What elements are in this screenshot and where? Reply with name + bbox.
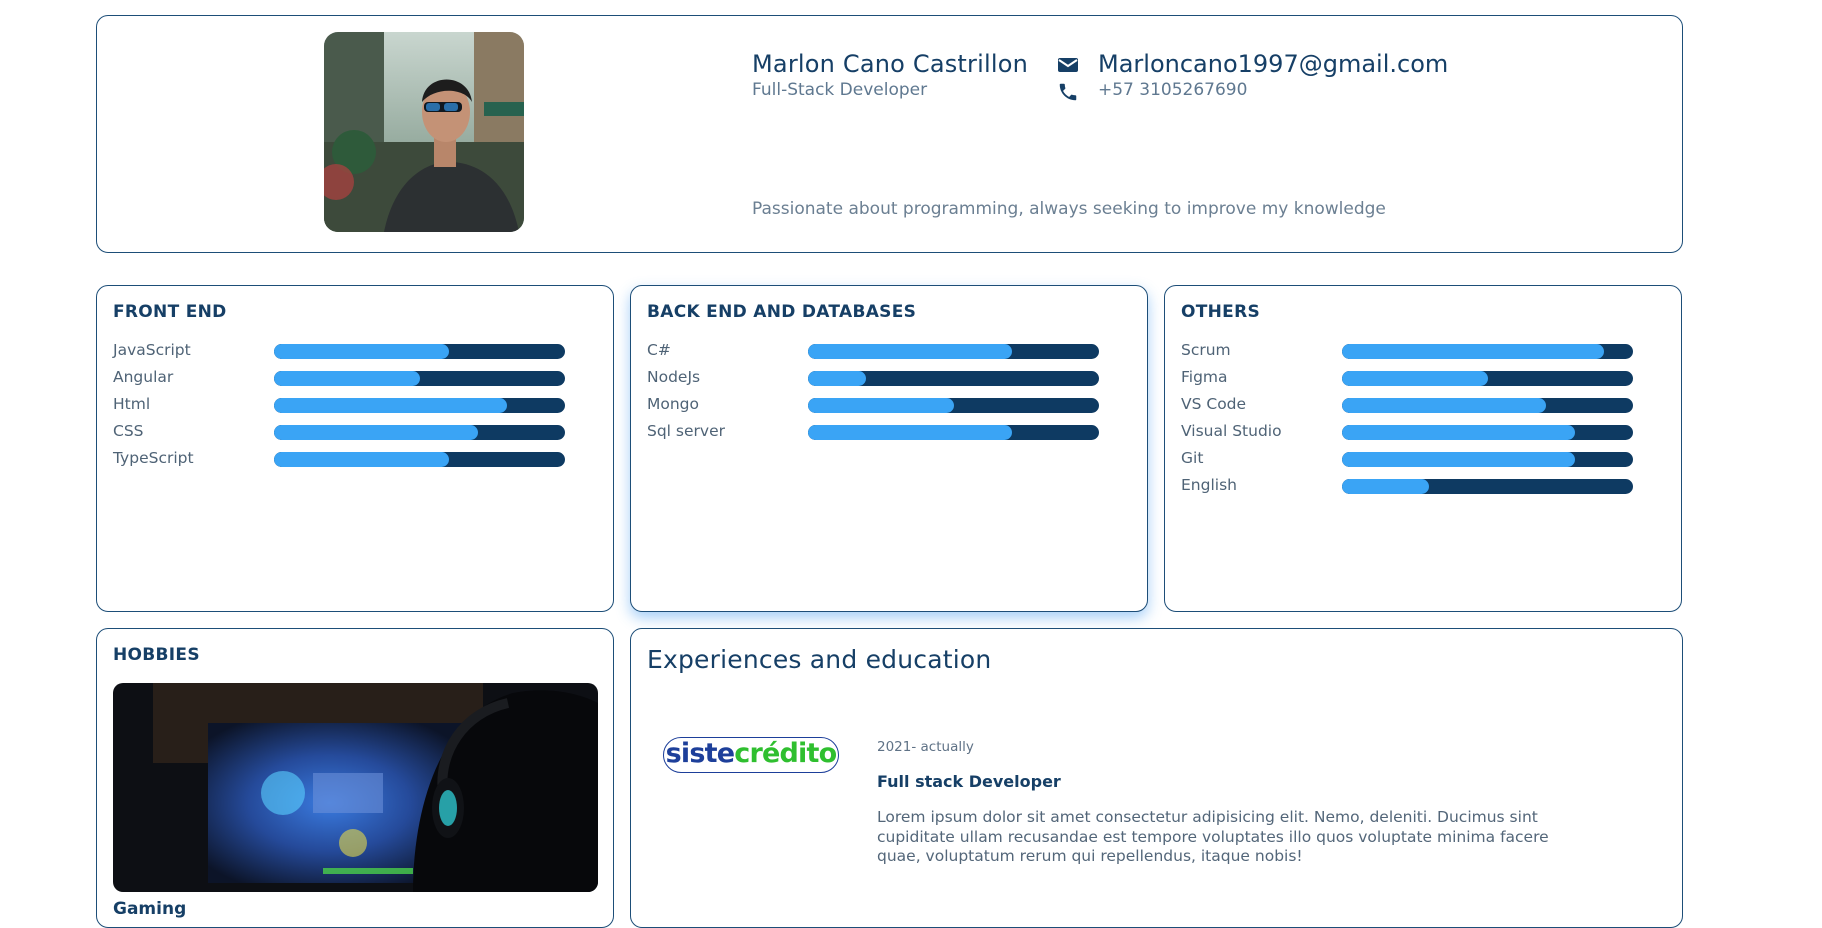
skill-list: C# NodeJs Mongo Sql server — [647, 340, 1117, 448]
skill-row: CSS — [113, 421, 583, 448]
profile-role: Full-Stack Developer — [752, 80, 928, 100]
skill-level-bar — [808, 398, 1099, 413]
skill-name: CSS — [113, 422, 144, 440]
skill-level-bar — [1342, 452, 1633, 467]
experience-role: Full stack Developer — [877, 772, 1061, 791]
mail-icon — [1057, 54, 1079, 76]
skills-title: OTHERS — [1181, 302, 1261, 322]
skill-row: Scrum — [1181, 340, 1651, 367]
skill-level-bar — [274, 398, 565, 413]
skill-name: Git — [1181, 449, 1204, 467]
skill-name: VS Code — [1181, 395, 1247, 413]
skill-row: VS Code — [1181, 394, 1651, 421]
skill-row: Html — [113, 394, 583, 421]
skill-row: English — [1181, 475, 1651, 502]
skill-row: Git — [1181, 448, 1651, 475]
hobbies-card: HOBBIES Gaming — [96, 628, 614, 928]
skill-name: Scrum — [1181, 341, 1231, 359]
skill-level-fill — [808, 398, 954, 413]
experience-date: 2021- actually — [877, 739, 974, 755]
skill-level-bar — [274, 425, 565, 440]
hobby-caption: Gaming — [113, 899, 187, 919]
phone-icon — [1057, 81, 1079, 103]
skills-card-others: OTHERS Scrum Figma VS Code Visual Studio Git… — [1164, 285, 1682, 612]
skill-row: TypeScript — [113, 448, 583, 475]
experience-description: Lorem ipsum dolor sit amet consectetur a… — [877, 808, 1549, 865]
skill-level-fill — [808, 425, 1012, 440]
skill-level-fill — [274, 425, 478, 440]
skill-level-fill — [1342, 398, 1546, 413]
skill-name: Html — [113, 395, 151, 413]
skill-level-bar — [274, 344, 565, 359]
skill-level-fill — [808, 371, 867, 386]
skill-level-bar — [1342, 344, 1633, 359]
profile-name: Marlon Cano Castrillon — [752, 50, 1029, 78]
skill-level-fill — [808, 344, 1012, 359]
skill-row: JavaScript — [113, 340, 583, 367]
experience-card: Experiences and education sistecrédito 2… — [630, 628, 1683, 928]
skill-level-fill — [1342, 344, 1604, 359]
skill-name: Sql server — [647, 422, 725, 440]
skill-level-fill — [1342, 425, 1575, 440]
skills-title: FRONT END — [113, 302, 227, 322]
skill-level-fill — [1342, 371, 1488, 386]
profile-bio: Passionate about programming, always see… — [752, 199, 1386, 219]
skill-row: Mongo — [647, 394, 1117, 421]
skill-row: Sql server — [647, 421, 1117, 448]
skill-level-fill — [1342, 479, 1430, 494]
skill-level-bar — [1342, 398, 1633, 413]
skill-level-bar — [274, 452, 565, 467]
skill-level-bar — [274, 371, 565, 386]
skill-name: Mongo — [647, 395, 700, 413]
skill-level-bar — [808, 344, 1099, 359]
profile-photo — [324, 32, 524, 232]
profile-card: Marlon Cano Castrillon Full-Stack Develo… — [96, 15, 1683, 253]
skill-row: C# — [647, 340, 1117, 367]
company-logo-part2: crédito — [734, 738, 837, 769]
skill-row: Figma — [1181, 367, 1651, 394]
skill-list: JavaScript Angular Html CSS TypeScript — [113, 340, 583, 475]
skills-card-frontend: FRONT END JavaScript Angular Html CSS TypeSc… — [96, 285, 614, 612]
skill-level-bar — [1342, 371, 1633, 386]
gaming-image — [113, 683, 598, 892]
skill-name: C# — [647, 341, 671, 359]
experience-title: Experiences and education — [647, 645, 992, 674]
skill-level-fill — [274, 398, 507, 413]
skill-row: NodeJs — [647, 367, 1117, 394]
skill-name: TypeScript — [113, 449, 194, 467]
skill-name: Angular — [113, 368, 174, 386]
skill-level-fill — [274, 371, 420, 386]
skill-name: Visual Studio — [1181, 422, 1282, 440]
skill-level-bar — [808, 371, 1099, 386]
skill-level-fill — [274, 344, 449, 359]
skill-level-fill — [1342, 452, 1575, 467]
email-link[interactable]: Marloncano1997@gmail.com — [1098, 50, 1448, 78]
hobbies-title: HOBBIES — [113, 645, 200, 665]
skill-name: English — [1181, 476, 1237, 494]
skill-level-fill — [274, 452, 449, 467]
skills-card-backend: BACK END AND DATABASES C# NodeJs Mongo Sql … — [630, 285, 1148, 612]
skills-title: BACK END AND DATABASES — [647, 302, 917, 322]
company-logo: sistecrédito — [663, 737, 839, 773]
skill-row: Angular — [113, 367, 583, 394]
skill-level-bar — [1342, 425, 1633, 440]
skill-level-bar — [808, 425, 1099, 440]
skill-name: NodeJs — [647, 368, 701, 386]
skill-name: JavaScript — [113, 341, 191, 359]
skill-level-bar — [1342, 479, 1633, 494]
skill-row: Visual Studio — [1181, 421, 1651, 448]
company-logo-part1: siste — [665, 738, 735, 769]
phone-link[interactable]: +57 3105267690 — [1098, 80, 1247, 100]
skill-list: Scrum Figma VS Code Visual Studio Git English — [1181, 340, 1651, 502]
skill-name: Figma — [1181, 368, 1228, 386]
